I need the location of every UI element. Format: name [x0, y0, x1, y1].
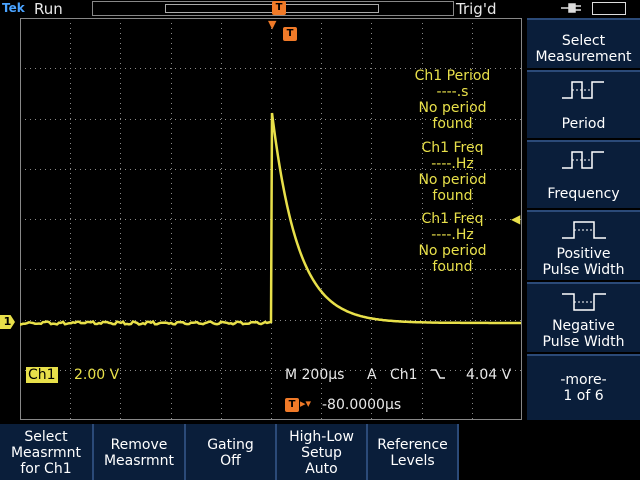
positive-pulse-width-button[interactable]: Positive Pulse Width [527, 210, 640, 280]
acquisition-state: Run [34, 0, 63, 18]
channel-1-marker-icon[interactable]: 1 [0, 315, 15, 329]
period-icon [561, 81, 604, 99]
remove-measurement-button[interactable]: Remove Measrmnt [92, 424, 184, 480]
trigger-offset-readout: -80.0000µs [322, 397, 402, 413]
select-measurement-button[interactable]: Select Measrmnt for Ch1 [0, 424, 92, 480]
brand-logo: Tek [2, 1, 25, 15]
measurement-status: No period [418, 100, 487, 116]
side-menu: Select Measurement Period Frequency Posi… [527, 18, 640, 420]
trigger-point-icon: T [283, 27, 297, 41]
more-button[interactable]: -more- 1 of 6 [527, 354, 640, 420]
trigger-source: Ch1 [390, 367, 418, 383]
high-low-setup-button[interactable]: High-Low Setup Auto [275, 424, 366, 480]
trigger-level-arrow-icon[interactable]: ◀ [511, 212, 520, 226]
trigger-offset-arrow-icon: ▸▾ [300, 397, 312, 410]
measurement-value: ----.Hz [431, 227, 474, 243]
trigger-level-readout: 4.04 V [466, 367, 512, 383]
measurement-status: No period [418, 172, 487, 188]
measurement-status: No period [418, 243, 487, 259]
measurement-status: found [432, 259, 473, 275]
trigger-state: Trig'd [456, 0, 497, 18]
channel-readout: Ch1 [26, 367, 58, 383]
measurement-title: Ch1 Period [414, 68, 491, 84]
period-button[interactable]: Period [527, 70, 640, 138]
measurement-value: ----.s [436, 84, 469, 100]
measurement-title: Ch1 Freq [421, 211, 484, 227]
negative-pulse-width-button[interactable]: Negative Pulse Width [527, 282, 640, 352]
bottom-menu-empty [457, 424, 640, 480]
volts-per-div: 2.00 V [74, 367, 120, 383]
negative-pulse-icon [561, 293, 606, 311]
battery-icon [592, 2, 626, 15]
measurement-status: found [432, 188, 473, 204]
measurement-value: ----.Hz [431, 156, 474, 172]
falling-edge-icon [430, 367, 446, 385]
positive-pulse-icon [561, 221, 606, 239]
trigger-mode: A [367, 367, 377, 383]
side-menu-title: Select Measurement [527, 18, 640, 68]
measurement-title: Ch1 Freq [421, 140, 484, 156]
frequency-icon [561, 151, 604, 169]
measurement-readout-1: Ch1 Period ----.s No period found [400, 68, 505, 132]
trigger-offset-icon: T [285, 398, 299, 412]
measurement-readout-3: Ch1 Freq ----.Hz No period found [400, 211, 505, 275]
measurement-status: found [432, 116, 473, 132]
trigger-position-icon: T [272, 1, 286, 15]
reference-levels-button[interactable]: Reference Levels [366, 424, 457, 480]
gating-button[interactable]: Gating Off [184, 424, 275, 480]
measurement-readout-2: Ch1 Freq ----.Hz No period found [400, 140, 505, 204]
timebase-readout: M 200µs [285, 367, 345, 383]
plug-icon [561, 2, 583, 18]
trigger-arrow-icon: ▼ [268, 18, 277, 31]
frequency-button[interactable]: Frequency [527, 140, 640, 208]
